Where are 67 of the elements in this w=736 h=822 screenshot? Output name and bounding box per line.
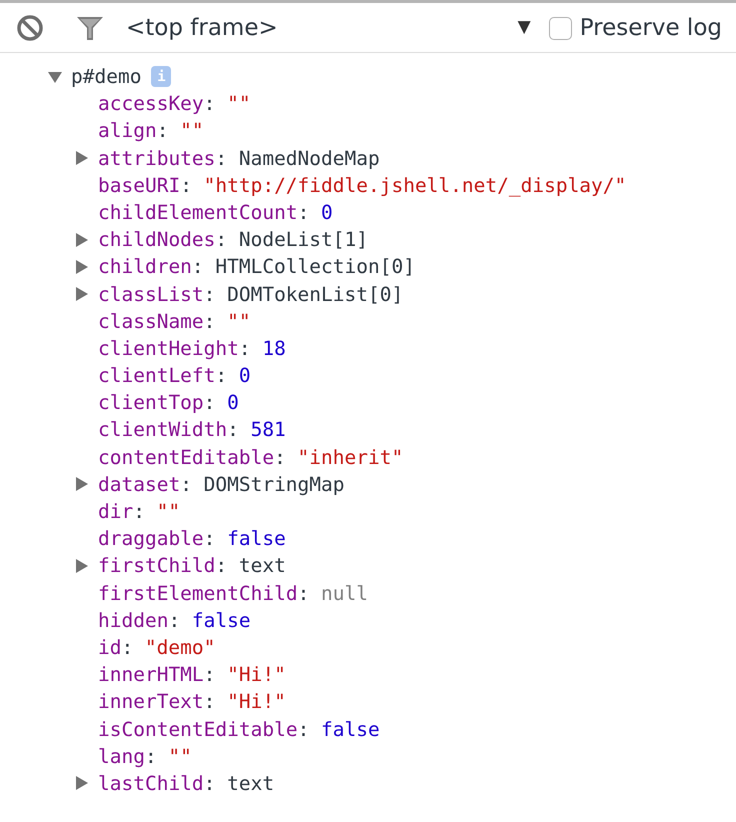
property-name: attributes: <box>98 146 228 172</box>
property-value: NamedNodeMap <box>238 146 380 172</box>
property-name: id: <box>98 634 134 661</box>
property-value: NodeList[1] <box>238 227 368 254</box>
property-value: "Hi!" <box>227 689 286 716</box>
clear-icon[interactable] <box>16 14 44 42</box>
property-name: firstChild: <box>98 553 228 580</box>
property-value: DOMStringMap <box>204 472 345 498</box>
collapse-arrow-icon[interactable] <box>48 70 62 84</box>
preserve-log-label[interactable]: Preserve log <box>580 10 722 46</box>
expand-arrow-icon[interactable] <box>75 260 89 274</box>
property-value: text <box>238 553 286 580</box>
property-name: align: <box>98 118 168 144</box>
property-value: "" <box>156 499 180 525</box>
property-value: "demo" <box>144 634 216 661</box>
property-value: null <box>321 580 368 607</box>
property-name: lang: <box>98 744 157 770</box>
property-value: 0 <box>321 200 333 226</box>
context-selector[interactable]: <top frame> <box>126 10 278 46</box>
property-name: className: <box>98 308 216 335</box>
property-value: "" <box>168 744 192 770</box>
preserve-log-checkbox[interactable] <box>548 16 572 40</box>
property-value: 18 <box>262 336 286 362</box>
property-value: false <box>227 526 286 552</box>
expand-arrow-icon[interactable] <box>75 558 89 573</box>
property-value: "" <box>180 118 204 144</box>
property-name: clientLeft: <box>98 363 228 390</box>
property-name: contentEditable: <box>98 444 286 471</box>
property-name: innerText: <box>98 689 216 716</box>
expand-arrow-icon[interactable] <box>75 151 89 166</box>
property-name: clientTop: <box>98 390 216 416</box>
property-value: "" <box>227 91 251 118</box>
expand-arrow-icon[interactable] <box>75 776 89 790</box>
property-name: clientWidth: <box>98 417 239 444</box>
property-name: dir: <box>98 499 145 525</box>
property-value: false <box>321 716 380 742</box>
property-name: children: <box>98 254 204 280</box>
property-value: "Hi!" <box>227 662 286 688</box>
property-name: isContentEditable: <box>98 716 310 742</box>
property-name: childNodes: <box>98 227 228 254</box>
property-value: DOMTokenList[0] <box>227 282 404 308</box>
property-name: childElementCount: <box>98 200 310 226</box>
property-value: 0 <box>238 363 251 390</box>
property-name: draggable: <box>98 526 216 552</box>
dropdown-arrow-icon[interactable]: ▼ <box>518 15 531 41</box>
property-name: lastChild: <box>98 770 216 797</box>
property-value: text <box>227 770 274 797</box>
property-value: "inherit" <box>298 444 404 471</box>
property-value: 0 <box>227 390 239 416</box>
property-value: 581 <box>250 417 286 444</box>
property-value: HTMLCollection[0] <box>215 254 415 280</box>
expand-arrow-icon[interactable] <box>75 477 89 492</box>
property-name: firstElementChild: <box>98 580 310 607</box>
property-value: "" <box>227 308 251 335</box>
expand-arrow-icon[interactable] <box>75 287 89 302</box>
property-name: clientHeight: <box>98 336 251 362</box>
property-name: hidden: <box>98 608 180 634</box>
property-name: baseURI: <box>98 172 192 199</box>
object-label: p#demo <box>71 64 142 90</box>
property-value: "http://fiddle.jshell.net/_display/" <box>204 172 626 199</box>
filter-icon[interactable] <box>76 14 104 42</box>
property-value: false <box>192 608 251 634</box>
property-name: innerHTML: <box>98 662 216 688</box>
property-name: dataset: <box>98 472 192 498</box>
expand-arrow-icon[interactable] <box>75 232 89 247</box>
property-name: classList: <box>98 282 216 308</box>
property-name: accessKey: <box>98 91 216 118</box>
